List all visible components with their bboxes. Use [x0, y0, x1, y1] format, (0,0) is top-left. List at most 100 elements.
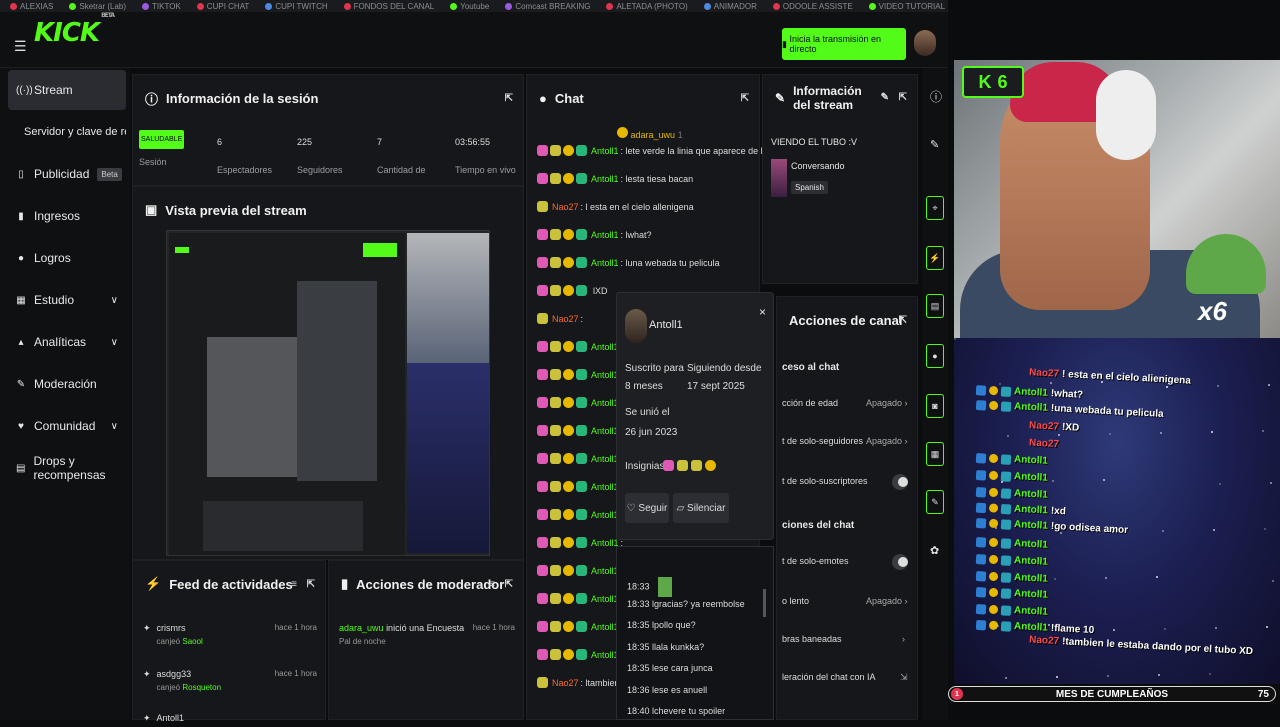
- chat-message[interactable]: Antoll1:: [537, 649, 623, 660]
- chat-username[interactable]: Antoll1: [591, 230, 619, 240]
- feed-user[interactable]: crismrs: [157, 623, 203, 633]
- sidebar-item-drops[interactable]: ▤ Drops y recompensas: [8, 448, 126, 488]
- popout-icon[interactable]: ⇱: [505, 579, 513, 590]
- popout-icon[interactable]: ⇱: [899, 315, 907, 326]
- bookmark-item[interactable]: CUPI TWITCH: [265, 2, 328, 11]
- chat-message[interactable]: Antoll1:: [537, 341, 623, 352]
- chat-username[interactable]: Antoll1: [591, 566, 619, 576]
- chat-username[interactable]: Antoll1: [591, 594, 619, 604]
- chat-username[interactable]: Antoll1: [591, 146, 619, 156]
- chat-username[interactable]: Antoll1: [591, 510, 619, 520]
- chat-username[interactable]: Nao27: [552, 314, 579, 324]
- go-live-button[interactable]: ▮ Inicia la transmisión en directo: [782, 28, 906, 60]
- chat-message[interactable]: Antoll1:: [537, 481, 623, 492]
- chat-message[interactable]: Antoll1: luna webada tu pelicula: [537, 257, 720, 268]
- sidebar-item-stream[interactable]: ((·)) Stream: [8, 70, 126, 110]
- chat-message[interactable]: Nao27:: [537, 313, 583, 324]
- chat-username[interactable]: Antoll1: [591, 174, 619, 184]
- chat-message[interactable]: lXD: [537, 285, 608, 296]
- pencil-icon[interactable]: ✎: [930, 138, 939, 151]
- chat-username[interactable]: Antoll1: [591, 258, 619, 268]
- category-label[interactable]: Conversando: [791, 161, 845, 171]
- channel-action-value[interactable]: Apagado ›: [866, 436, 908, 446]
- chat-message[interactable]: Antoll1:: [537, 621, 623, 632]
- chat-username[interactable]: Nao27: [552, 202, 579, 212]
- chat-message[interactable]: Antoll1:: [537, 453, 623, 464]
- kick-logo[interactable]: KICKBETA: [34, 12, 115, 48]
- chat-username[interactable]: Antoll1: [591, 622, 619, 632]
- rail-button-chat-icon[interactable]: ●: [926, 344, 944, 368]
- feed-user[interactable]: Antoll1: [157, 713, 185, 723]
- bookmark-item[interactable]: ODOOLE ASSISTE: [772, 2, 853, 11]
- info-icon[interactable]: ⓘ: [930, 88, 942, 105]
- rail-button-list-icon[interactable]: ▦: [926, 442, 944, 466]
- chat-message[interactable]: Antoll1:: [537, 509, 623, 520]
- chat-username[interactable]: Antoll1: [591, 650, 619, 660]
- chat-username[interactable]: Antoll1: [591, 454, 619, 464]
- popout-icon[interactable]: ⇱: [899, 91, 907, 105]
- chat-message[interactable]: Nao27: l esta en el cielo allenigena: [537, 201, 694, 212]
- chat-message[interactable]: Antoll1:: [537, 537, 623, 548]
- popout-icon[interactable]: ⇱: [307, 579, 315, 590]
- follow-button[interactable]: ♡ Seguir: [625, 493, 669, 523]
- chat-username[interactable]: Antoll1: [591, 482, 619, 492]
- close-icon[interactable]: ×: [759, 305, 766, 319]
- rail-button-bolt-icon[interactable]: ⚡: [926, 246, 944, 270]
- sidebar-item-ads[interactable]: ▯ Publicidad Beta: [8, 154, 126, 194]
- bookmark-item[interactable]: ALETADA (PHOTO): [606, 2, 688, 11]
- toggle-switch[interactable]: [892, 554, 908, 570]
- bookmark-item[interactable]: Youtube: [450, 2, 489, 11]
- rail-button-audio-icon[interactable]: ◙: [926, 394, 944, 418]
- chat-username[interactable]: Antoll1: [591, 426, 619, 436]
- pinned-user[interactable]: adara_uwu 1: [617, 127, 683, 140]
- sidebar-item-analytics[interactable]: ▴ Analíticas ∨: [8, 322, 126, 362]
- sidebar-item-studio[interactable]: ▦ Estudio ∨: [8, 280, 126, 320]
- popout-icon[interactable]: ⇱: [505, 93, 513, 104]
- bookmark-item[interactable]: ALEXIAS: [10, 2, 53, 11]
- sidebar-item-server-key[interactable]: Servidor y clave de retransmisión: [8, 112, 126, 152]
- avatar[interactable]: [914, 30, 936, 56]
- bookmark-item[interactable]: FONDOS DEL CANAL: [343, 2, 434, 11]
- chat-message[interactable]: Antoll1:: [537, 565, 623, 576]
- filter-icon[interactable]: ≡: [489, 579, 495, 590]
- chat-message[interactable]: Antoll1: lete verde la linia que aparece…: [537, 145, 790, 156]
- channel-action-value[interactable]: Apagado ›: [866, 398, 908, 408]
- chat-username[interactable]: Antoll1: [591, 370, 619, 380]
- bookmark-item[interactable]: Sketrar (Lab): [69, 2, 126, 11]
- rail-button-focus-icon[interactable]: ⌖: [926, 196, 944, 220]
- menu-icon[interactable]: ☰: [14, 38, 27, 55]
- mute-button[interactable]: ▱ Silenciar: [673, 493, 729, 523]
- bookmark-item[interactable]: CUPI CHAT: [196, 2, 249, 11]
- edit-icon[interactable]: ✎: [881, 91, 889, 105]
- chevron-right-icon[interactable]: ›: [902, 634, 905, 644]
- rail-button-doc-icon[interactable]: ▤: [926, 294, 944, 318]
- chat-message[interactable]: Antoll1:: [537, 369, 623, 380]
- channel-action-value[interactable]: Apagado ›: [866, 596, 908, 606]
- sidebar-item-achievements[interactable]: ● Logros: [8, 238, 126, 278]
- external-link-icon[interactable]: ⇲: [900, 672, 908, 683]
- chat-username[interactable]: Antoll1: [591, 342, 619, 352]
- chat-message[interactable]: Antoll1:: [537, 425, 623, 436]
- chat-message[interactable]: Antoll1:: [537, 397, 623, 408]
- chat-username[interactable]: Antoll1: [591, 538, 619, 548]
- stream-preview[interactable]: [166, 230, 490, 556]
- chat-message[interactable]: Antoll1:: [537, 593, 623, 604]
- sidebar-item-revenue[interactable]: ▮ Ingresos: [8, 196, 126, 236]
- feed-user[interactable]: asdgg33: [157, 669, 222, 679]
- sidebar-item-community[interactable]: ♥ Comunidad ∨: [8, 406, 126, 446]
- bookmark-item[interactable]: Comcast BREAKING: [505, 2, 590, 11]
- chat-username[interactable]: Nao27: [552, 678, 579, 688]
- history-scrollbar[interactable]: [763, 589, 766, 617]
- bookmark-item[interactable]: ANIMADOR: [703, 2, 757, 11]
- rail-button-wrench-icon[interactable]: ✎: [926, 490, 944, 514]
- bookmark-item[interactable]: VIDEO TUTORIAL: [868, 2, 945, 11]
- chat-username[interactable]: Antoll1: [591, 398, 619, 408]
- popout-icon[interactable]: ⇱: [741, 93, 749, 104]
- settings-icon[interactable]: ✿: [930, 544, 939, 557]
- filter-icon[interactable]: ≡: [291, 579, 297, 590]
- sidebar-item-moderation[interactable]: ✎ Moderación: [8, 364, 126, 404]
- toggle-switch[interactable]: [892, 474, 908, 490]
- chat-message[interactable]: Antoll1: lwhat?: [537, 229, 652, 240]
- chat-message[interactable]: Antoll1: lesta tiesa bacan: [537, 173, 693, 184]
- bookmark-item[interactable]: TIKTOK: [142, 2, 181, 11]
